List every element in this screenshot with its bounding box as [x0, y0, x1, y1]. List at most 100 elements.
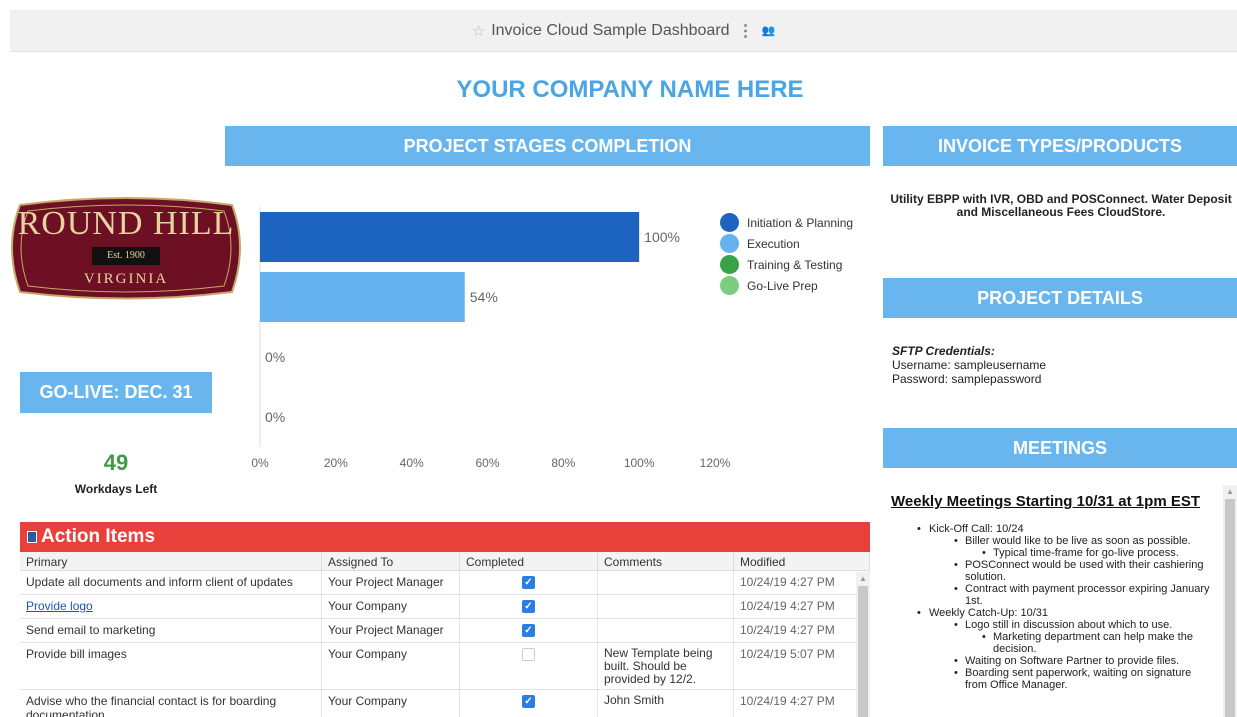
meeting-note: Logo still in discussion about which to … [883, 619, 1213, 631]
sftp-username: Username: sampleusername [892, 358, 1047, 372]
more-vertical-icon[interactable]: ⋮ [738, 21, 754, 41]
legend-item[interactable]: Go-Live Prep [720, 275, 853, 296]
completed-checkbox[interactable]: ✓ [522, 600, 535, 613]
meetings-title: Weekly Meetings Starting 10/31 at 1pm ES… [891, 493, 1200, 510]
completed-cell [460, 643, 598, 689]
collapse-toggle-icon[interactable] [27, 531, 37, 543]
legend-label: Initiation & Planning [747, 215, 854, 230]
workdays-left-label: Workdays Left [74, 482, 158, 496]
meeting-note: Boarding sent paperwork, waiting on sign… [883, 667, 1213, 691]
column-header-primary[interactable]: Primary [20, 552, 322, 570]
comments-cell: New Template being built. Should be prov… [598, 643, 734, 689]
meeting-sub-note: Marketing department can help make the d… [883, 631, 1213, 655]
primary-cell: Provide logo [20, 595, 322, 618]
project-details-text: SFTP Credentials: Username: sampleuserna… [892, 344, 1046, 386]
action-items-title: Action Items [41, 526, 156, 547]
sftp-password: Password: samplepassword [892, 372, 1042, 386]
x-tick-label: 80% [551, 456, 575, 470]
chart-legend: Initiation & Planning Execution Training &… [720, 212, 853, 296]
x-tick-label: 40% [400, 456, 424, 470]
meeting-sub-note: Typical time-frame for go-live process. [883, 547, 1213, 559]
legend-swatch [720, 255, 739, 274]
x-tick-label: 20% [324, 456, 348, 470]
chart-data-label: 0% [265, 349, 285, 365]
table-row[interactable]: Provide logo Your Company ✓ 10/24/19 4:27 P… [20, 595, 870, 619]
x-tick-label: 100% [624, 456, 655, 470]
meeting-section-title: Weekly Catch-Up: 10/31 [883, 607, 1213, 619]
go-live-badge: GO-LIVE: DEC. 31 [20, 372, 212, 413]
meetings-panel: Weekly Meetings Starting 10/31 at 1pm ES… [883, 485, 1237, 717]
legend-swatch [720, 276, 739, 295]
table-row[interactable]: Update all documents and inform client o… [20, 571, 870, 595]
scroll-thumb[interactable] [1225, 499, 1235, 717]
star-icon[interactable]: ☆ [472, 22, 485, 40]
table-row[interactable]: Provide bill images Your Company New Templ… [20, 643, 870, 690]
comments-cell [598, 595, 734, 618]
chart-bar[interactable] [260, 272, 465, 322]
meetings-scrollbar[interactable]: ▲ [1223, 485, 1237, 717]
scroll-thumb[interactable] [858, 586, 868, 717]
primary-cell: Update all documents and inform client o… [20, 571, 322, 594]
x-tick-label: 60% [475, 456, 499, 470]
assigned-cell: Your Project Manager [322, 571, 460, 594]
scroll-up-icon[interactable]: ▲ [856, 572, 870, 586]
primary-cell: Provide bill images [20, 643, 322, 689]
meeting-note: Waiting on Software Partner to provide f… [883, 655, 1213, 667]
meeting-note: Contract with payment processor expiring… [883, 583, 1213, 607]
modified-cell: 10/24/19 4:27 PM [734, 595, 870, 618]
legend-swatch [720, 234, 739, 253]
column-header-assigned[interactable]: Assigned To [322, 552, 460, 570]
table-row[interactable]: Advise who the financial contact is for … [20, 690, 870, 717]
chart-bar[interactable] [260, 212, 640, 262]
workdays-left-count: 49 [103, 450, 129, 475]
column-header-comments[interactable]: Comments [598, 552, 734, 570]
assigned-cell: Your Project Manager [322, 619, 460, 642]
table-header: Primary Assigned To Completed Comments M… [20, 552, 870, 571]
table-row[interactable]: Send email to marketing Your Project Mana… [20, 619, 870, 643]
modified-cell: 10/24/19 4:27 PM [734, 619, 870, 642]
logo-text-top: ROUND HILL [17, 205, 235, 242]
logo-text-mid: Est. 1900 [107, 250, 145, 261]
logo-text-bottom: VIRGINIA [83, 271, 169, 287]
dashboard-title: Invoice Cloud Sample Dashboard [491, 21, 730, 39]
completed-cell: ✓ [460, 619, 598, 642]
legend-item[interactable]: Training & Testing [720, 254, 853, 275]
column-header-completed[interactable]: Completed [460, 552, 598, 570]
completed-checkbox[interactable]: ✓ [522, 695, 535, 708]
completed-cell: ✓ [460, 595, 598, 618]
primary-text: Send email to marketing [26, 623, 156, 637]
project-details-header: PROJECT DETAILS [883, 278, 1237, 318]
comments-cell [598, 571, 734, 594]
assigned-cell: Your Company [322, 690, 460, 717]
comments-cell: John Smith [598, 690, 734, 717]
meeting-note: Biller would like to be live as soon as … [883, 535, 1213, 547]
meeting-section-title: Kick-Off Call: 10/24 [883, 523, 1213, 535]
completed-checkbox[interactable]: ✓ [522, 624, 535, 637]
primary-text: Update all documents and inform client o… [26, 575, 293, 589]
completed-checkbox[interactable] [522, 648, 535, 661]
legend-item[interactable]: Execution [720, 233, 853, 254]
invoice-types-header: INVOICE TYPES/PRODUCTS [883, 126, 1237, 166]
x-tick-label: 0% [251, 456, 269, 470]
completed-cell: ✓ [460, 571, 598, 594]
comments-cell [598, 619, 734, 642]
assigned-cell: Your Company [322, 595, 460, 618]
column-header-modified[interactable]: Modified [734, 552, 870, 570]
modified-cell: 10/24/19 4:27 PM [734, 571, 870, 594]
table-scrollbar[interactable]: ▲ [856, 572, 870, 717]
legend-swatch [720, 213, 739, 232]
meeting-note: POSConnect would be used with their cash… [883, 559, 1213, 583]
chart-data-label: 54% [470, 289, 498, 305]
primary-cell: Advise who the financial contact is for … [20, 690, 322, 717]
share-users-icon[interactable]: 👥 [762, 24, 776, 37]
completed-checkbox[interactable]: ✓ [522, 576, 535, 589]
scroll-up-icon[interactable]: ▲ [1223, 485, 1237, 499]
chart-data-label: 100% [644, 229, 680, 245]
legend-label: Execution [747, 236, 800, 251]
assigned-cell: Your Company [322, 643, 460, 689]
meetings-header: MEETINGS [883, 428, 1237, 468]
primary-text: Advise who the financial contact is for … [26, 694, 277, 717]
provide-logo-link[interactable]: Provide logo [26, 599, 93, 613]
legend-item[interactable]: Initiation & Planning [720, 212, 853, 233]
action-items-header: Action Items [20, 522, 870, 552]
